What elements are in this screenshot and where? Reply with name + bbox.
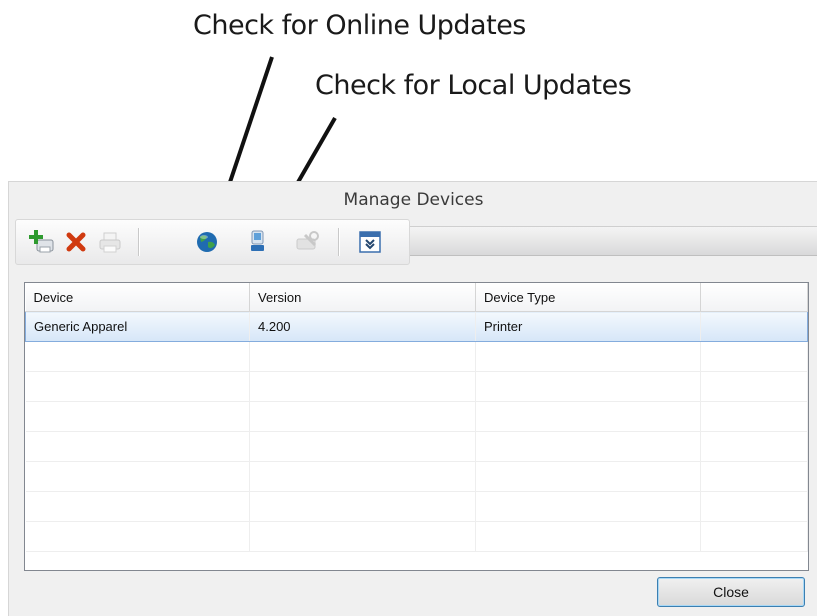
cell-device-type: Printer [475,311,701,342]
check-local-updates-button[interactable] [243,228,271,256]
check-online-updates-button[interactable] [193,228,221,256]
printer-icon [99,232,121,253]
table-row[interactable]: Generic Apparel 4.200 Printer [25,311,808,342]
devices-table: Device Version Device Type Generic Appar… [25,283,808,552]
cell-device: Generic Apparel [25,311,250,342]
column-header-device[interactable]: Device [25,283,250,312]
toolbar-separator [338,228,340,256]
delete-device-button[interactable] [62,228,90,256]
manage-devices-dialog: Manage Devices Device Version Device Typ… [8,181,817,616]
globe-icon [197,232,217,252]
devices-grid[interactable]: Device Version Device Type Generic Appar… [24,282,809,571]
cell-version: 4.200 [249,311,476,342]
cell-filler [700,311,808,342]
column-header-device-type[interactable]: Device Type [475,283,701,312]
close-button[interactable]: Close [657,577,805,607]
column-header-version[interactable]: Version [249,283,476,312]
local-update-icon [251,230,264,251]
configure-icon [296,231,319,250]
configure-button [293,228,321,256]
empty-row [25,431,808,462]
grid-header-row: Device Version Device Type [25,283,808,312]
column-header-filler [700,283,808,312]
print-button [96,228,124,256]
toolbar-separator [138,228,140,256]
toolbar-background [410,226,817,256]
expand-panel-icon [359,231,381,253]
expand-panel-button[interactable] [356,228,384,256]
empty-row [25,371,808,402]
empty-row [25,401,808,432]
empty-row [25,491,808,522]
empty-row [25,341,808,372]
dialog-title: Manage Devices [343,190,484,210]
empty-row [25,461,808,492]
add-device-button[interactable] [28,228,56,256]
add-device-icon [29,230,54,253]
delete-icon [66,232,86,252]
empty-row [25,521,808,552]
toolbar [15,219,410,265]
